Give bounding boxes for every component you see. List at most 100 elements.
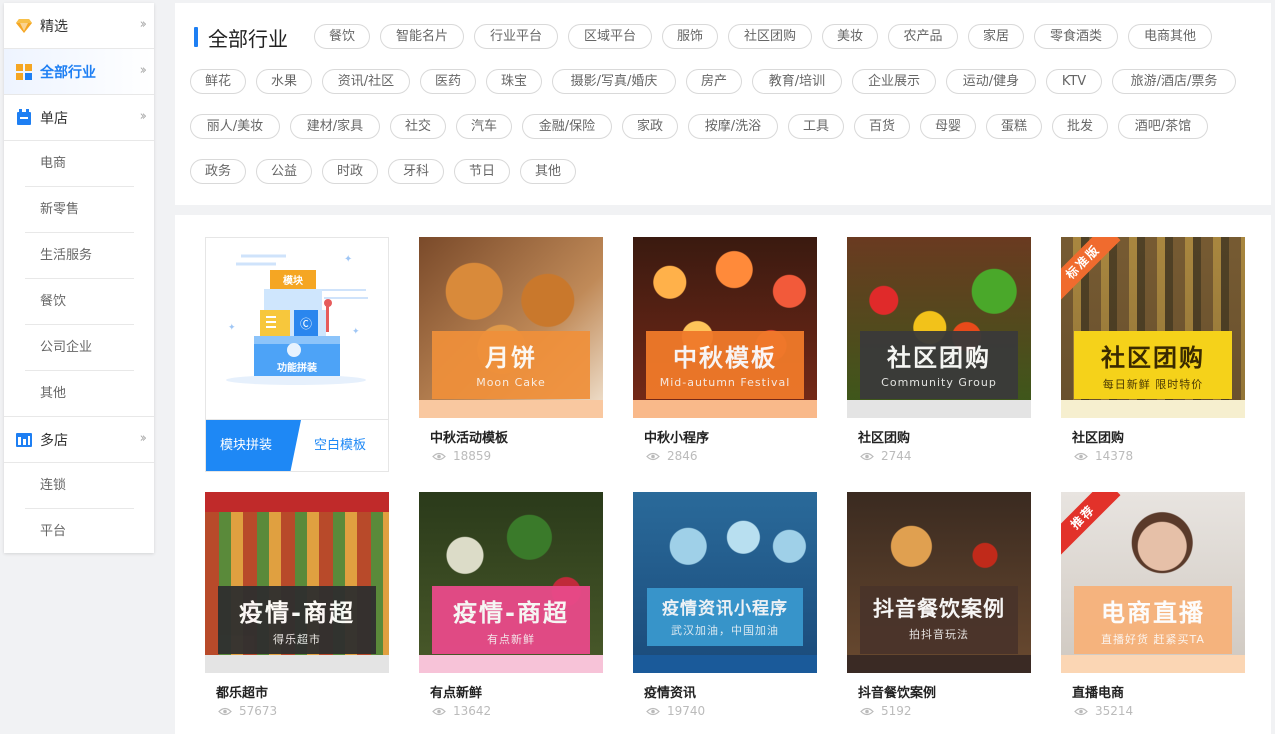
industry-tag[interactable]: KTV — [1046, 69, 1102, 94]
industry-tag[interactable]: 社区团购 — [728, 24, 812, 49]
blank-template-button[interactable]: 空白模板 — [314, 420, 366, 471]
sidebar-item-chain[interactable]: 连锁 — [4, 463, 154, 509]
module-assembly-button[interactable]: 模块拼装 — [206, 420, 301, 471]
template-card[interactable]: 疫情资讯小程序 武汉加油，中国加油 疫情资讯 19740 — [633, 492, 817, 727]
industry-tag[interactable]: 酒吧/茶馆 — [1118, 114, 1208, 139]
sidebar-item-other[interactable]: 其他 — [4, 371, 154, 417]
sidebar-group-all-industries[interactable]: 全部行业 ›› — [4, 49, 154, 95]
template-card[interactable]: 抖音餐饮案例 拍抖音玩法 抖音餐饮案例 5192 — [847, 492, 1031, 727]
industry-tag[interactable]: 鲜花 — [190, 69, 246, 94]
svg-text:✦: ✦ — [344, 254, 352, 265]
industry-tag[interactable]: 行业平台 — [474, 24, 558, 49]
template-card[interactable]: 疫情-商超 有点新鲜 有点新鲜 13642 — [419, 492, 603, 727]
template-card[interactable]: 社区团购 Community Group 社区团购 2744 — [847, 237, 1031, 472]
template-title: 社区团购 — [858, 431, 911, 446]
industry-tag[interactable]: 区域平台 — [568, 24, 652, 49]
illus-badge-top: 模块 — [283, 274, 304, 287]
template-card[interactable]: 社区团购 每日新鲜 限时特价 标准版 社区团购 14378 — [1061, 237, 1245, 472]
svg-text:✦: ✦ — [228, 323, 236, 333]
shop-icon — [14, 108, 34, 128]
industry-tag[interactable]: 水果 — [256, 69, 312, 94]
industry-tag[interactable]: 牙科 — [388, 159, 444, 184]
template-overlay: 疫情资讯小程序 武汉加油，中国加油 — [647, 588, 803, 646]
sidebar-item-catering[interactable]: 餐饮 — [4, 279, 154, 325]
overlay-title: 疫情-商超 — [453, 599, 569, 627]
double-chevron-right-icon: ›› — [139, 17, 148, 32]
industry-tag[interactable]: 建材/家具 — [290, 114, 380, 139]
industry-tag[interactable]: 电商其他 — [1128, 24, 1212, 49]
industry-tag[interactable]: 丽人/美妆 — [190, 114, 280, 139]
industry-tag[interactable]: 零食酒类 — [1034, 24, 1118, 49]
overlay-title: 月饼 — [485, 344, 537, 372]
industry-tag[interactable]: 教育/培训 — [752, 69, 842, 94]
sidebar-group-single-store[interactable]: 单店 ›› — [4, 95, 154, 141]
svg-text:✦: ✦ — [352, 327, 360, 337]
sidebar-item-ecommerce[interactable]: 电商 — [4, 141, 154, 187]
overlay-subtitle: Community Group — [881, 376, 997, 389]
industry-tag[interactable]: 珠宝 — [486, 69, 542, 94]
industry-tag[interactable]: 社交 — [390, 114, 446, 139]
sidebar-item-life-services[interactable]: 生活服务 — [4, 233, 154, 279]
industry-tag[interactable]: 旅游/酒店/票务 — [1112, 69, 1236, 94]
template-card[interactable]: 中秋模板 Mid-autumn Festival 中秋小程序 2846 — [633, 237, 817, 472]
template-card[interactable]: 电商直播 直播好货 赶紧买TA 推荐 直播电商 35214 — [1061, 492, 1245, 727]
view-count-value: 5192 — [881, 704, 912, 718]
chain-store-icon — [14, 430, 34, 450]
sidebar-item-company[interactable]: 公司企业 — [4, 325, 154, 371]
industry-tag[interactable]: 批发 — [1052, 114, 1108, 139]
overlay-title: 抖音餐饮案例 — [873, 597, 1005, 621]
eye-icon — [218, 707, 232, 715]
industry-tag[interactable]: 摄影/写真/婚庆 — [552, 69, 676, 94]
view-count: 5192 — [860, 704, 912, 718]
industry-tag[interactable]: 美妆 — [822, 24, 878, 49]
sidebar-item-new-retail[interactable]: 新零售 — [4, 187, 154, 233]
industry-tag[interactable]: 服饰 — [662, 24, 718, 49]
sidebar-group-multi-store[interactable]: 多店 ›› — [4, 417, 154, 463]
industry-tag[interactable]: 房产 — [686, 69, 742, 94]
industry-tag[interactable]: 其他 — [520, 159, 576, 184]
template-grid: ✦ ✦ ✦ Ⓒ 模块 功能拼装 模块拼装 空白模板 月饼 Moon Cake 中… — [175, 215, 1271, 734]
overlay-subtitle: Moon Cake — [476, 376, 546, 389]
template-card[interactable]: 月饼 Moon Cake 中秋活动模板 18859 — [419, 237, 603, 472]
industry-filter-panel: 全部行业 餐饮 智能名片 行业平台 区域平台 服饰 社区团购 美妆 农产品 家居… — [175, 3, 1271, 205]
filter-title: 全部行业 — [194, 23, 288, 51]
module-assembly-card[interactable]: ✦ ✦ ✦ Ⓒ 模块 功能拼装 模块拼装 空白模板 — [205, 237, 389, 472]
industry-tag[interactable]: 母婴 — [920, 114, 976, 139]
industry-tag[interactable]: 节日 — [454, 159, 510, 184]
overlay-title: 疫情资讯小程序 — [662, 599, 788, 619]
template-title: 有点新鲜 — [430, 686, 483, 701]
industry-tag[interactable]: 汽车 — [456, 114, 512, 139]
template-thumbnail: 月饼 Moon Cake — [419, 237, 603, 418]
industry-tag[interactable]: 智能名片 — [380, 24, 464, 49]
industry-tag[interactable]: 蛋糕 — [986, 114, 1042, 139]
double-chevron-right-icon: ›› — [139, 431, 148, 446]
industry-tag[interactable]: 医药 — [420, 69, 476, 94]
sidebar-group-featured[interactable]: 精选 ›› — [4, 3, 154, 49]
overlay-subtitle: 直播好货 赶紧买TA — [1101, 633, 1205, 646]
template-overlay: 月饼 Moon Cake — [432, 331, 590, 399]
industry-tag[interactable]: 家居 — [968, 24, 1024, 49]
title-accent-bar — [194, 27, 198, 47]
industry-tag[interactable]: 百货 — [854, 114, 910, 139]
industry-tag[interactable]: 金融/保险 — [522, 114, 612, 139]
industry-tag[interactable]: 企业展示 — [852, 69, 936, 94]
industry-tag[interactable]: 政务 — [190, 159, 246, 184]
industry-tag[interactable]: 公益 — [256, 159, 312, 184]
industry-tag[interactable]: 按摩/洗浴 — [688, 114, 778, 139]
industry-tag[interactable]: 资讯/社区 — [322, 69, 410, 94]
view-count-value: 57673 — [239, 704, 278, 718]
view-count: 19740 — [646, 704, 705, 718]
industry-tag[interactable]: 餐饮 — [314, 24, 370, 49]
template-thumbnail: 中秋模板 Mid-autumn Festival — [633, 237, 817, 418]
industry-tag[interactable]: 家政 — [622, 114, 678, 139]
template-card[interactable]: 疫情-商超 得乐超市 都乐超市 57673 — [205, 492, 389, 727]
industry-tag[interactable]: 运动/健身 — [946, 69, 1036, 94]
sidebar-item-platform[interactable]: 平台 — [4, 509, 154, 555]
industry-tag[interactable]: 时政 — [322, 159, 378, 184]
sidebar-group-label: 全部行业 — [40, 64, 96, 81]
overlay-title: 中秋模板 — [673, 344, 777, 372]
template-title: 直播电商 — [1072, 686, 1125, 701]
industry-tag[interactable]: 农产品 — [888, 24, 958, 49]
double-chevron-right-icon: ›› — [139, 109, 148, 124]
industry-tag[interactable]: 工具 — [788, 114, 844, 139]
